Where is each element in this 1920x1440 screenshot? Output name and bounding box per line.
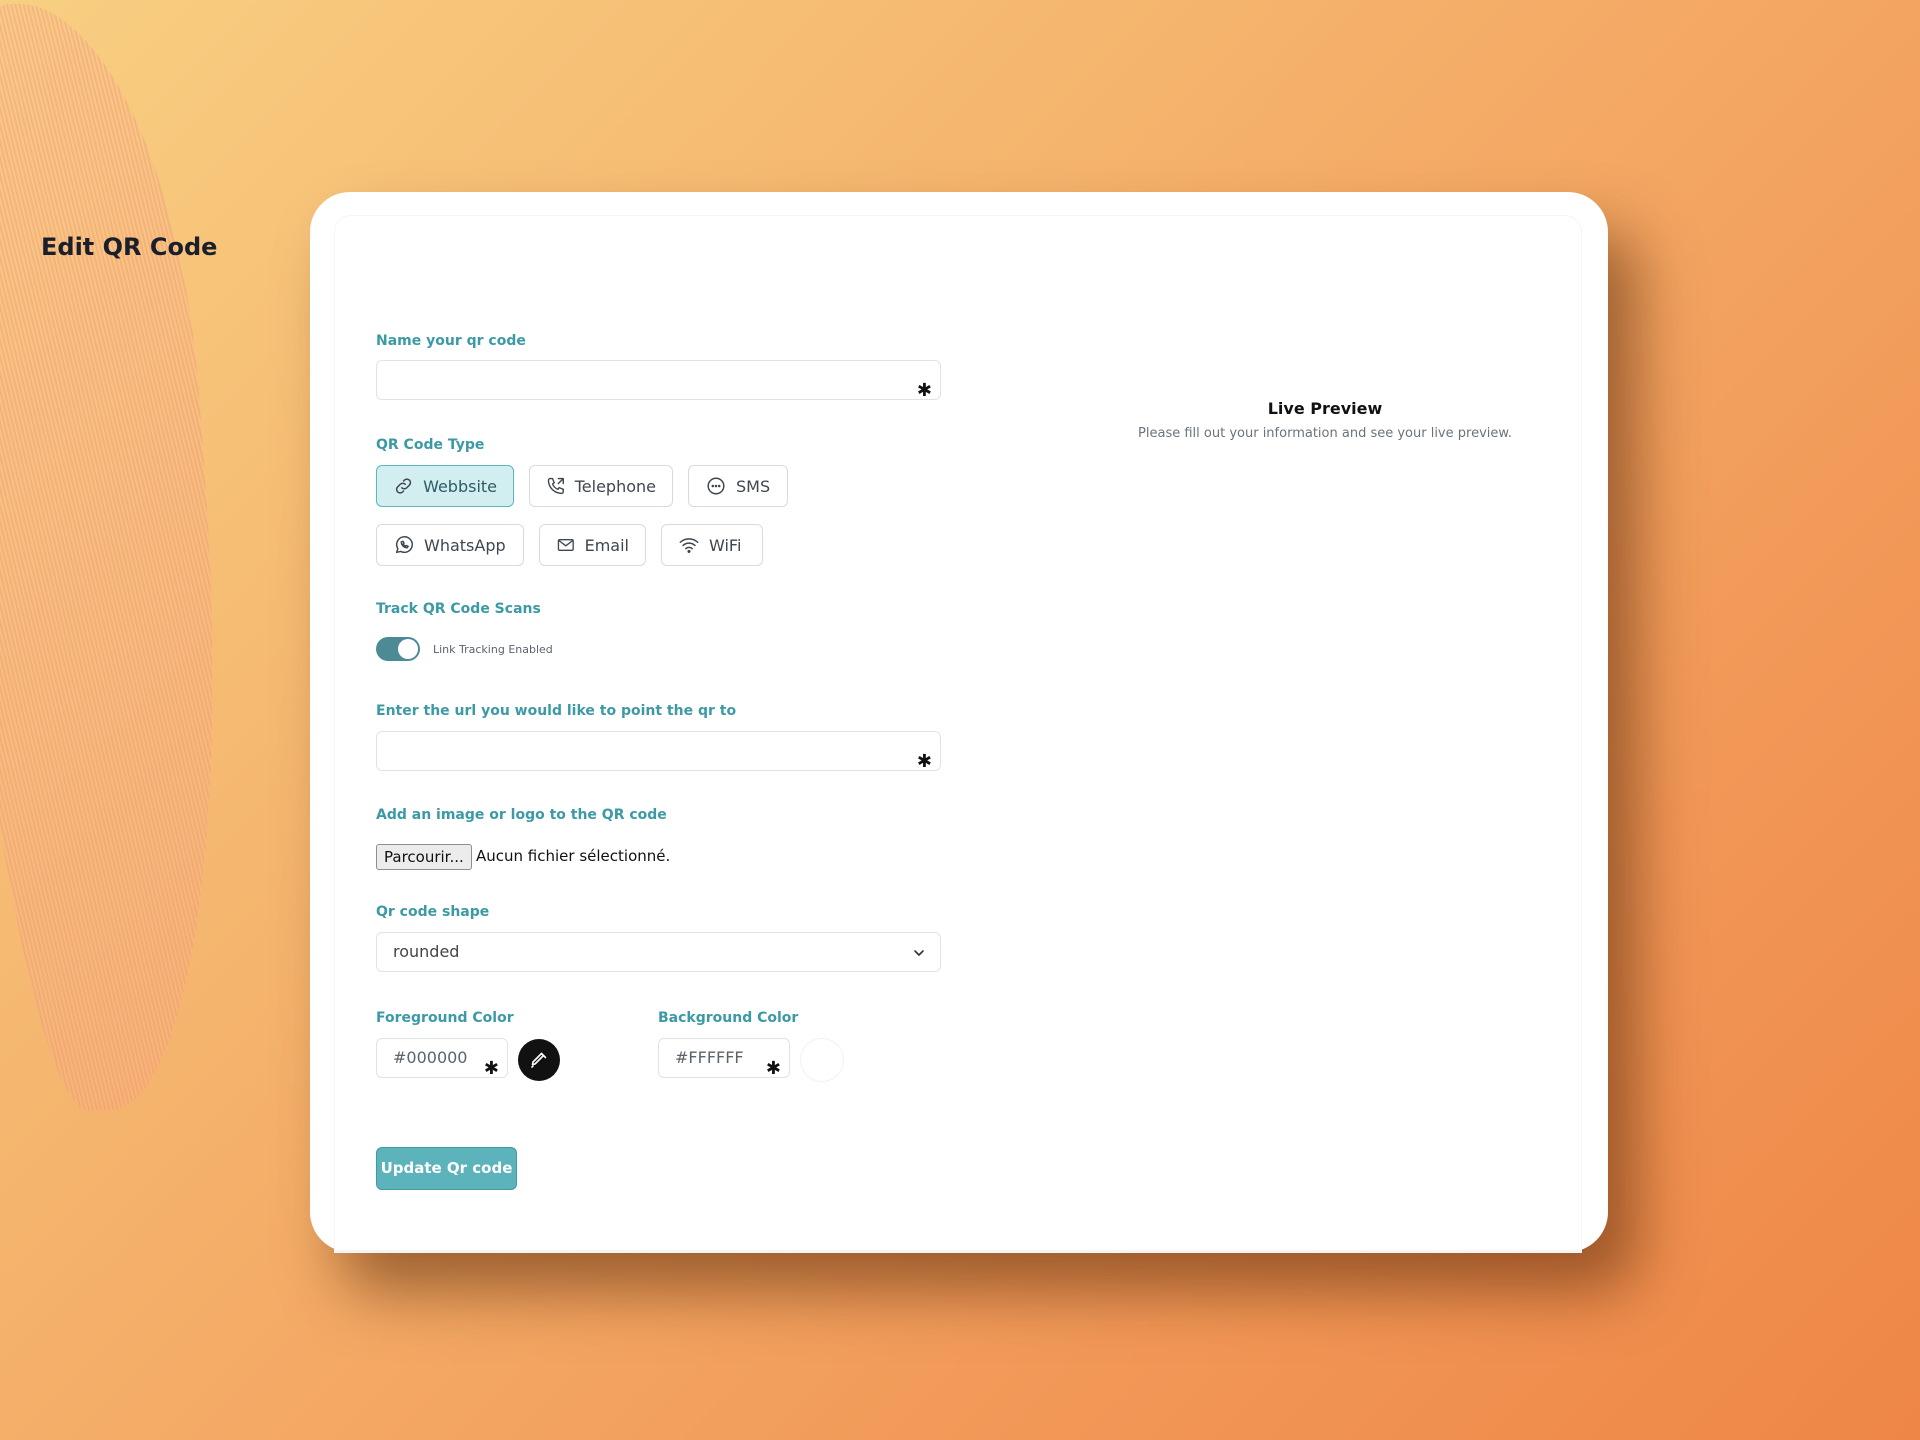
background-color-swatch[interactable] — [801, 1039, 843, 1081]
live-preview-subtitle: Please fill out your information and see… — [1138, 426, 1512, 441]
type-button-telephone[interactable]: Telephone — [529, 465, 673, 507]
type-button-label: SMS — [736, 476, 771, 496]
name-input[interactable]: ✱ — [376, 360, 941, 401]
shape-label: Qr code shape — [376, 904, 490, 920]
shape-value: rounded — [393, 942, 460, 961]
required-icon: ✱ — [916, 751, 932, 772]
type-button-website[interactable]: Webbsite — [376, 465, 514, 507]
eyedropper-icon — [531, 1052, 547, 1068]
tracking-label: Track QR Code Scans — [376, 601, 541, 617]
required-icon: ✱ — [483, 1058, 499, 1079]
foreground-color-label: Foreground Color — [376, 1010, 514, 1026]
type-button-label: Telephone — [574, 476, 656, 496]
chevron-down-icon — [914, 950, 924, 956]
background-swirl — [0, 0, 249, 1118]
foreground-color-swatch[interactable] — [518, 1039, 560, 1081]
tracking-toggle-text: Link Tracking Enabled — [433, 643, 553, 656]
type-button-label: WhatsApp — [424, 535, 506, 555]
live-preview-title: Live Preview — [1267, 399, 1383, 418]
file-status: Aucun fichier sélectionné. — [476, 847, 671, 865]
page-title: Edit QR Code — [41, 233, 218, 261]
url-input[interactable]: ✱ — [376, 731, 941, 772]
type-button-email[interactable]: Email — [539, 524, 646, 566]
shape-select[interactable]: rounded — [376, 932, 941, 972]
type-button-wifi[interactable]: WiFi — [661, 524, 763, 566]
type-button-label: Webbsite — [423, 476, 497, 496]
url-label: Enter the url you would like to point th… — [376, 703, 737, 719]
type-button-whatsapp[interactable]: WhatsApp — [376, 524, 524, 566]
required-icon: ✱ — [765, 1058, 781, 1079]
foreground-color-value: #000000 — [393, 1048, 468, 1067]
phone-icon — [547, 477, 564, 495]
type-button-label: Email — [584, 535, 629, 555]
file-browse-button[interactable]: Parcourir... — [376, 844, 472, 870]
background-color-value: #FFFFFF — [675, 1048, 744, 1067]
wifi-icon — [679, 538, 699, 553]
mail-icon — [557, 539, 574, 551]
type-button-label: WiFi — [709, 535, 742, 555]
foreground-color-input[interactable]: #000000 ✱ — [376, 1038, 508, 1079]
chat-icon — [707, 477, 725, 495]
background-color-input[interactable]: #FFFFFF ✱ — [658, 1038, 790, 1079]
type-label: QR Code Type — [376, 437, 485, 453]
app-card — [310, 192, 1608, 1252]
tracking-toggle[interactable] — [376, 637, 420, 661]
name-label: Name your qr code — [376, 333, 526, 349]
toggle-knob — [398, 639, 418, 659]
whatsapp-icon — [395, 536, 413, 554]
required-icon: ✱ — [916, 380, 932, 401]
image-label: Add an image or logo to the QR code — [376, 807, 667, 823]
background-color-label: Background Color — [658, 1010, 799, 1026]
type-button-sms[interactable]: SMS — [688, 465, 788, 507]
update-qr-code-button[interactable]: Update Qr code — [376, 1147, 517, 1190]
link-icon — [395, 478, 412, 494]
